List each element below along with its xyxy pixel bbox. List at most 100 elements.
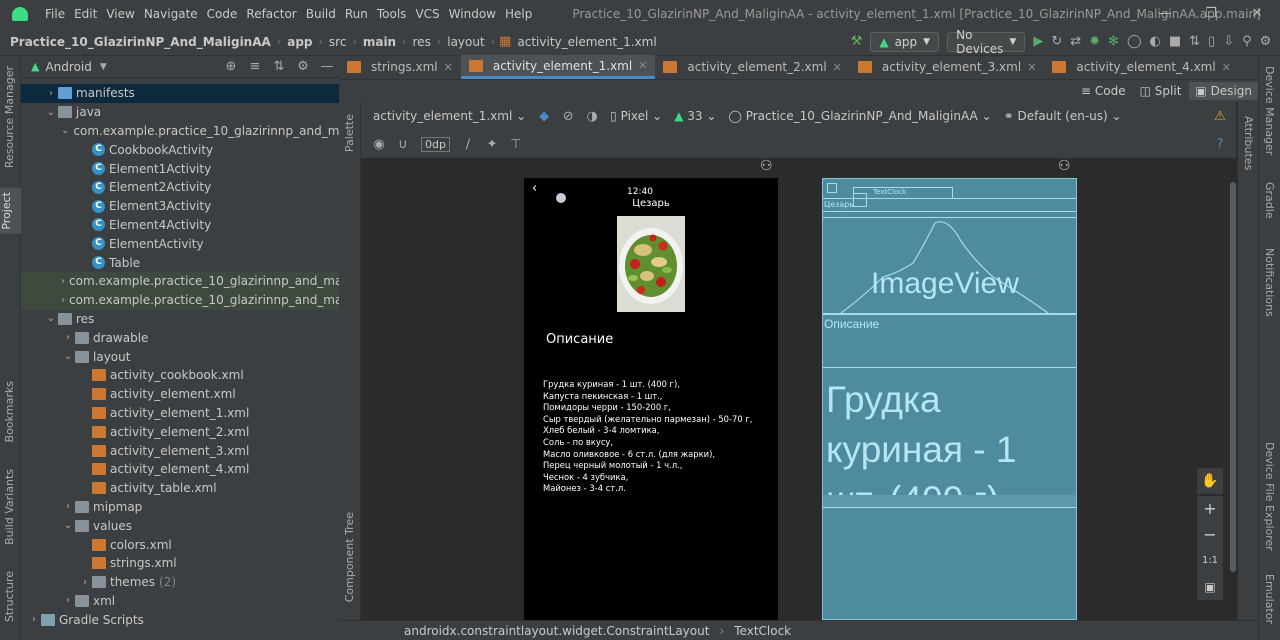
coverage-icon[interactable]: ◐ [1150, 34, 1161, 49]
palette-tab[interactable]: Palette [343, 114, 356, 152]
chevron-right-icon[interactable]: › [44, 88, 58, 99]
tree-item[interactable]: ⌄ com.example.practice_10_glazirinnp_and_… [21, 122, 339, 141]
api-level-select[interactable]: ▲ 33 ⌄ [668, 109, 722, 123]
canvas-scrollbar[interactable] [1230, 182, 1236, 572]
tree-item[interactable]: › manifests [21, 84, 339, 103]
chevron-down-icon[interactable]: ⌄ [61, 351, 75, 362]
menu-navigate[interactable]: Navigate [141, 7, 204, 21]
close-tab-icon[interactable]: ✕ [1027, 61, 1036, 74]
breadcrumb-main[interactable]: main [359, 35, 400, 49]
hammer-icon[interactable]: ⚒ [851, 34, 863, 49]
tree-item[interactable]: C Element2Activity [21, 178, 339, 197]
project-view-select[interactable]: Android [45, 60, 91, 74]
emulator-tab[interactable]: Emulator [1263, 574, 1276, 624]
tree-item[interactable]: activity_element.xml [21, 385, 339, 404]
chevron-down-icon[interactable]: ▼ [100, 62, 107, 72]
breadcrumb-app[interactable]: app [283, 35, 316, 49]
gear-icon[interactable]: ⚙ [295, 59, 311, 74]
tree-item[interactable]: › xml [21, 592, 339, 611]
menu-code[interactable]: Code [204, 7, 244, 21]
tree-item[interactable]: › drawable [21, 328, 339, 347]
close-tab-icon[interactable]: ✕ [833, 61, 842, 74]
layers-icon[interactable]: ◆ [536, 109, 552, 124]
notifications-tab[interactable]: Notifications [1263, 248, 1276, 317]
run-icon[interactable]: ▶ [1033, 34, 1043, 49]
back-arrow-icon[interactable]: ‹ [532, 181, 537, 196]
chevron-right-icon[interactable]: › [61, 332, 75, 343]
apply-changes-icon[interactable]: ⇄ [1070, 34, 1081, 49]
chevron-right-icon[interactable]: › [61, 276, 65, 287]
tree-item[interactable]: › Gradle Scripts [21, 610, 339, 629]
breadcrumb-res[interactable]: res [409, 35, 435, 49]
rerun-icon[interactable]: ↻ [1051, 34, 1062, 49]
settings-icon[interactable]: ⚙ [1260, 34, 1272, 49]
design-view-button[interactable]: ▣ Design [1189, 82, 1258, 100]
locate-icon[interactable]: ⊕ [223, 59, 239, 74]
tree-item[interactable]: activity_cookbook.xml [21, 366, 339, 385]
project-tab[interactable]: Project [0, 188, 21, 234]
tab-strings-xml[interactable]: strings.xml ✕ [339, 55, 461, 79]
tree-item[interactable]: C Element4Activity [21, 216, 339, 235]
chevron-down-icon[interactable]: ⌄ [44, 107, 58, 118]
zoom-to-fit-icon[interactable]: ▣ [1197, 574, 1223, 600]
tree-item[interactable]: ⌄ values [21, 516, 339, 535]
menu-file[interactable]: File [42, 7, 71, 21]
tree-item[interactable]: colors.xml [21, 535, 339, 554]
tree-item[interactable]: activity_element_4.xml [21, 460, 339, 479]
chevron-right-icon[interactable]: › [61, 295, 65, 306]
resource-manager-tab[interactable]: Resource Manager [3, 66, 16, 168]
design-canvas[interactable]: ⚇ ⚇ ‹ 12:40 Цезарь Описание Грудка курин… [361, 158, 1237, 620]
breadcrumb-file[interactable]: activity_element_1.xml [513, 35, 660, 49]
tree-item[interactable]: C Element3Activity [21, 197, 339, 216]
tree-item[interactable]: activity_element_3.xml [21, 441, 339, 460]
blueprint-back-box[interactable] [853, 193, 867, 207]
chevron-right-icon[interactable]: › [27, 614, 41, 625]
tree-item[interactable]: › com.example.practice_10_glazirinnp_and_… [21, 290, 339, 310]
collapse-all-icon[interactable]: ≡ [247, 59, 263, 74]
hide-panel-icon[interactable]: — [319, 59, 335, 74]
menu-view[interactable]: View [103, 7, 140, 21]
pan-hand-icon[interactable]: ✋ [1197, 468, 1223, 494]
tree-item[interactable]: › com.example.practice_10_glazirinnp_and_… [21, 271, 339, 291]
tab-activity-element-3[interactable]: activity_element_3.xml ✕ [850, 55, 1045, 79]
chevron-right-icon[interactable]: › [61, 595, 75, 606]
attach-debugger-icon[interactable]: ✻ [1108, 34, 1119, 49]
run-config-select[interactable]: ▲ app ▼ [870, 31, 940, 52]
locale-select[interactable]: ⚭ Default (en-us) ⌄ [998, 109, 1128, 123]
tab-activity-element-2[interactable]: activity_element_2.xml ✕ [655, 55, 850, 79]
menu-build[interactable]: Build [303, 7, 342, 21]
close-tab-icon[interactable]: ✕ [638, 59, 647, 72]
layout-file-select[interactable]: activity_element_1.xml ⌄ [367, 109, 532, 123]
resize-handle-icon[interactable]: ⚇ [760, 158, 773, 174]
tree-item[interactable]: activity_element_1.xml [21, 404, 339, 423]
warning-icon[interactable]: ⚠ [1212, 109, 1228, 124]
menu-help[interactable]: Help [502, 7, 538, 21]
blueprint-preview[interactable]: TextClock Цезарь ImageView Описание Груд… [822, 178, 1077, 620]
device-file-explorer-tab[interactable]: Device File Explorer [1263, 442, 1276, 551]
device-manager-tab[interactable]: Device Manager [1263, 66, 1276, 155]
zoom-in-icon[interactable]: + [1197, 496, 1223, 522]
tree-item[interactable]: C Element1Activity [21, 159, 339, 178]
device-preview-select[interactable]: ▯ Pixel ⌄ [604, 109, 668, 123]
tree-item[interactable]: ⌄ res [21, 310, 339, 329]
infer-constraints-icon[interactable]: ✦ [484, 137, 500, 152]
chevron-right-icon[interactable]: › [78, 577, 92, 588]
default-margin-select[interactable]: 0dp [421, 136, 450, 152]
search-icon[interactable]: ⚲ [1242, 34, 1252, 49]
tree-item[interactable]: C CookbookActivity [21, 140, 339, 159]
device-manager-icon[interactable]: ▯ [1208, 34, 1215, 49]
help-icon[interactable]: ? [1212, 137, 1228, 152]
breadcrumb-src[interactable]: src [325, 35, 351, 49]
magnet-icon[interactable]: ∪ [395, 137, 411, 152]
build-variants-tab[interactable]: Build Variants [3, 469, 16, 545]
restore-icon[interactable]: ❐ [1188, 0, 1234, 28]
resize-handle-icon[interactable]: ⚇ [1058, 158, 1071, 174]
tree-item[interactable]: activity_element_2.xml [21, 422, 339, 441]
close-tab-icon[interactable]: ✕ [1222, 61, 1231, 74]
menu-tools[interactable]: Tools [374, 7, 413, 21]
chevron-down-icon[interactable]: ⌄ [61, 520, 75, 531]
menu-run[interactable]: Run [342, 7, 374, 21]
split-view-button[interactable]: ◫ Split [1134, 82, 1188, 100]
zoom-out-icon[interactable]: − [1197, 522, 1223, 548]
tab-activity-element-1[interactable]: activity_element_1.xml ✕ [460, 55, 656, 79]
